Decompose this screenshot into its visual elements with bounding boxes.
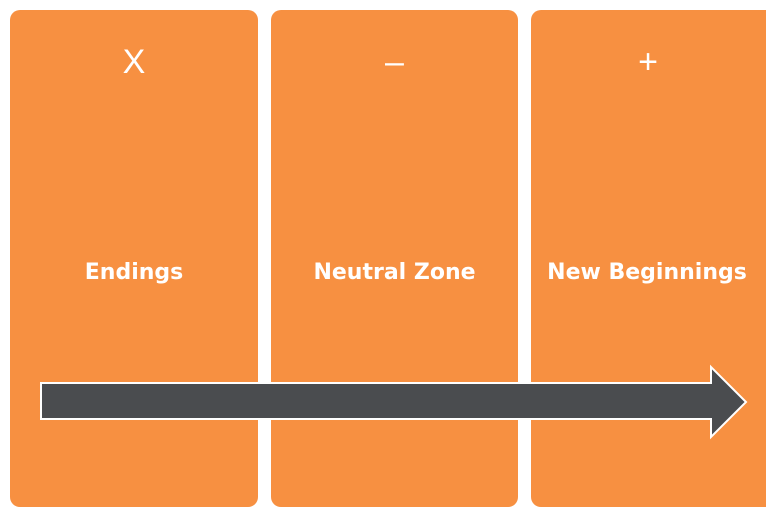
endings-symbol: X — [122, 43, 146, 81]
transition-diagram: X Endings – Neutral Zone + New Beginning… — [0, 0, 766, 507]
neutral-zone-symbol: – — [385, 43, 404, 81]
neutral-zone-label: Neutral Zone — [313, 260, 476, 285]
stage-panel-endings: X Endings — [10, 10, 258, 507]
endings-label: Endings — [84, 260, 184, 285]
new-beginnings-symbol: + — [638, 43, 658, 81]
stage-panel-neutral-zone: – Neutral Zone — [271, 10, 518, 507]
stage-panel-new-beginnings: + New Beginnings — [531, 10, 766, 507]
new-beginnings-label: New Beginnings — [547, 260, 747, 285]
